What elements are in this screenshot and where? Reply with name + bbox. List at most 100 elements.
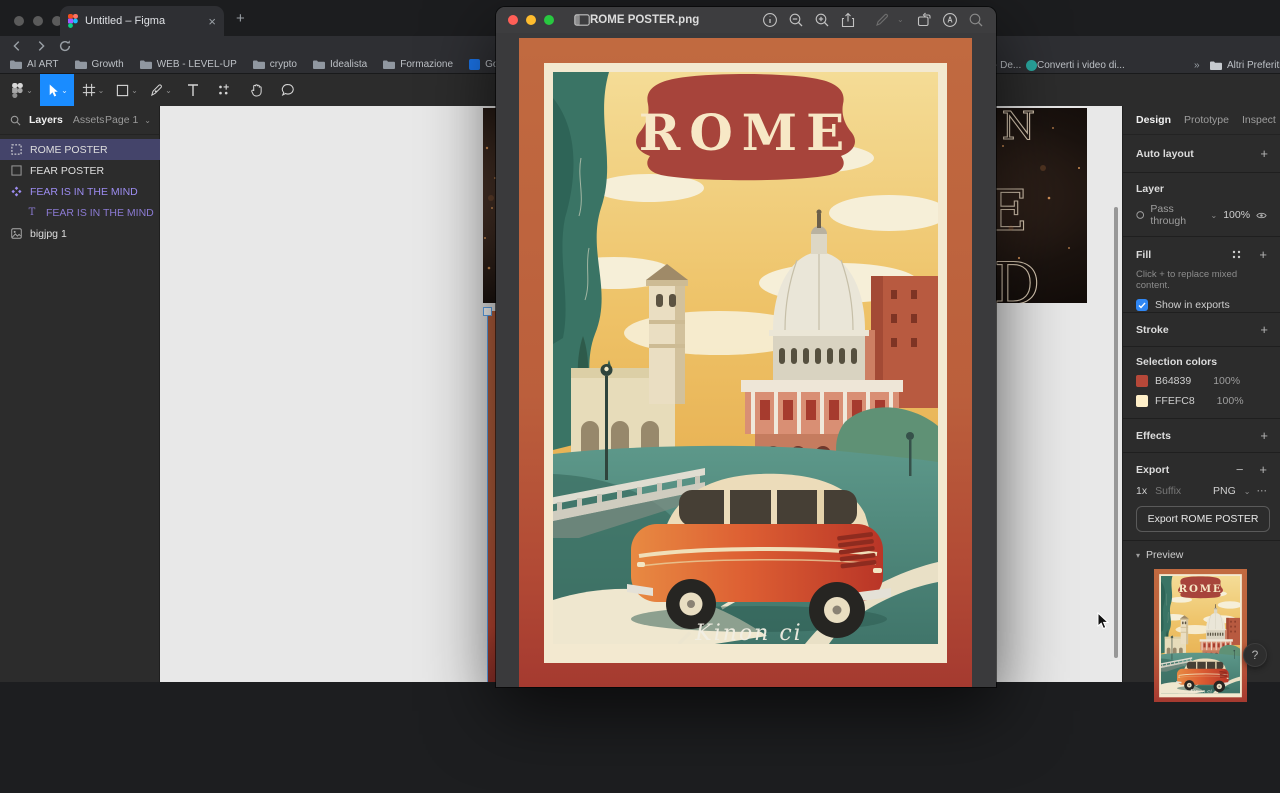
- stroke-section: Stroke +: [1123, 313, 1280, 347]
- export-button[interactable]: Export ROME POSTER: [1136, 506, 1270, 532]
- export-suffix-input[interactable]: [1153, 484, 1201, 498]
- color-swatch[interactable]: [1136, 375, 1148, 387]
- collapse-triangle-icon[interactable]: ▾: [1136, 551, 1140, 560]
- bookmark-item[interactable]: WEB - LEVEL-UP: [140, 59, 237, 70]
- pen-icon: [150, 84, 163, 97]
- export-options-icon[interactable]: ⋯: [1257, 485, 1268, 497]
- other-bookmarks[interactable]: Altri Preferiti: [1210, 60, 1280, 71]
- chevron-down-icon: ⌄: [98, 86, 105, 95]
- bookmark-item[interactable]: AI ART: [10, 59, 59, 70]
- preview-title-bar[interactable]: ⌄ ROME POSTER.png ⌄: [496, 7, 996, 34]
- tab-assets[interactable]: Assets: [73, 114, 105, 126]
- selection-color-row[interactable]: FFEFC8 100%: [1136, 395, 1267, 407]
- close-icon[interactable]: [508, 15, 518, 25]
- text-layer-icon: T: [26, 207, 38, 218]
- move-tool-button[interactable]: ⌄: [40, 74, 74, 106]
- eye-icon[interactable]: [1256, 211, 1267, 220]
- tab-close-icon[interactable]: ×: [208, 15, 216, 28]
- pen-tool-button[interactable]: ⌄: [146, 74, 176, 106]
- info-icon[interactable]: [762, 12, 778, 28]
- remove-export-icon[interactable]: −: [1236, 462, 1244, 477]
- bookmark-item[interactable]: Growth: [75, 59, 124, 70]
- sidebar-icon[interactable]: [574, 14, 590, 26]
- blend-mode-icon[interactable]: [1136, 210, 1144, 220]
- canvas-scrollbar[interactable]: [1114, 207, 1118, 658]
- styles-icon[interactable]: [1232, 250, 1241, 259]
- share-icon[interactable]: [840, 12, 856, 28]
- chevron-down-icon: ⌄: [897, 15, 904, 24]
- bookmark-item[interactable]: Converti i video di...: [1026, 60, 1125, 71]
- blend-mode-dropdown[interactable]: Pass through: [1150, 203, 1202, 227]
- folder-icon: [10, 60, 22, 69]
- tab-inspect[interactable]: Inspect: [1242, 114, 1276, 126]
- zoom-in-icon[interactable]: [814, 12, 830, 28]
- selection-color-row[interactable]: B64839 100%: [1136, 375, 1267, 387]
- hand-tool-button[interactable]: [242, 74, 270, 106]
- forward-icon[interactable]: [34, 39, 48, 53]
- minimize-window-icon[interactable]: [33, 16, 43, 26]
- converter-icon: [1026, 60, 1037, 71]
- chevron-down-icon: ⌄: [165, 86, 172, 95]
- check-icon: [1138, 302, 1146, 309]
- show-in-exports-checkbox[interactable]: [1136, 299, 1148, 311]
- color-swatch[interactable]: [1136, 395, 1148, 407]
- layer-row-fear-poster[interactable]: FEAR POSTER: [0, 160, 160, 181]
- add-auto-layout-icon[interactable]: +: [1260, 146, 1268, 161]
- frame-dashed-icon: [11, 144, 22, 155]
- search-icon[interactable]: [10, 115, 21, 126]
- export-preview-thumbnail: [1154, 569, 1267, 702]
- layer-row-bigjpg[interactable]: bigjpg 1: [0, 223, 160, 244]
- preview-window[interactable]: ⌄ ROME POSTER.png ⌄: [496, 7, 996, 687]
- chevron-down-icon: ⌄: [61, 86, 68, 95]
- tab-title: Untitled – Figma: [85, 15, 208, 27]
- close-window-icon[interactable]: [14, 16, 24, 26]
- layer-row-rome-poster[interactable]: ROME POSTER: [0, 139, 160, 160]
- bookmark-item[interactable]: - De...: [994, 60, 1021, 71]
- markup-toolbar-icon[interactable]: [942, 12, 958, 28]
- back-icon[interactable]: [10, 39, 24, 53]
- add-stroke-icon[interactable]: +: [1260, 322, 1268, 337]
- help-button[interactable]: ?: [1243, 643, 1267, 667]
- layer-opacity-field[interactable]: 100%: [1223, 209, 1250, 221]
- design-panel: Design Prototype Inspect Auto layout + L…: [1122, 106, 1280, 682]
- add-fill-icon[interactable]: +: [1259, 247, 1267, 262]
- layer-row-fear-text[interactable]: T FEAR IS IN THE MIND: [0, 202, 160, 223]
- chevron-down-icon: ⌄: [1211, 211, 1218, 220]
- comment-tool-button[interactable]: [274, 74, 302, 106]
- reload-icon[interactable]: [58, 39, 72, 53]
- comment-icon: [281, 83, 295, 97]
- main-menu-button[interactable]: ⌄: [8, 74, 36, 106]
- frame-outline-icon: [11, 165, 22, 176]
- zoom-out-icon[interactable]: [788, 12, 804, 28]
- new-tab-button[interactable]: +: [236, 10, 245, 27]
- export-scale-dropdown[interactable]: 1x: [1136, 485, 1147, 497]
- layer-row-fear-component[interactable]: FEAR IS IN THE MIND: [0, 181, 160, 202]
- markup-pencil-icon: [874, 12, 890, 28]
- window-title: ROME POSTER.png: [590, 14, 699, 26]
- layer-section: Layer Pass through ⌄ 100%: [1123, 173, 1280, 237]
- bookmark-item[interactable]: crypto: [253, 59, 297, 70]
- rectangle-icon: [116, 84, 129, 97]
- bookmarks-overflow-icon[interactable]: »: [1194, 60, 1200, 71]
- frame-tool-button[interactable]: ⌄: [78, 74, 108, 106]
- text-tool-button[interactable]: [180, 74, 206, 106]
- tab-design[interactable]: Design: [1136, 114, 1171, 126]
- search-icon[interactable]: [968, 12, 984, 28]
- selection-handle[interactable]: [483, 307, 492, 316]
- page-selector[interactable]: Page 1: [105, 114, 138, 126]
- rotate-icon[interactable]: [916, 12, 932, 28]
- fear-letter-n: N: [1002, 108, 1035, 148]
- add-effect-icon[interactable]: +: [1260, 428, 1268, 443]
- bookmark-item[interactable]: Formazione: [383, 59, 453, 70]
- resources-tool-button[interactable]: [210, 74, 238, 106]
- zoom-icon[interactable]: [544, 15, 554, 25]
- tab-layers[interactable]: Layers: [29, 114, 63, 126]
- bookmark-item[interactable]: Idealista: [313, 59, 367, 70]
- chevron-down-icon: ⌄: [1244, 487, 1251, 496]
- shape-tool-button[interactable]: ⌄: [112, 74, 142, 106]
- browser-tab[interactable]: Untitled – Figma ×: [60, 6, 224, 36]
- export-format-dropdown[interactable]: PNG: [1213, 485, 1236, 497]
- minimize-icon[interactable]: [526, 15, 536, 25]
- add-export-icon[interactable]: +: [1259, 462, 1267, 477]
- tab-prototype[interactable]: Prototype: [1184, 114, 1229, 126]
